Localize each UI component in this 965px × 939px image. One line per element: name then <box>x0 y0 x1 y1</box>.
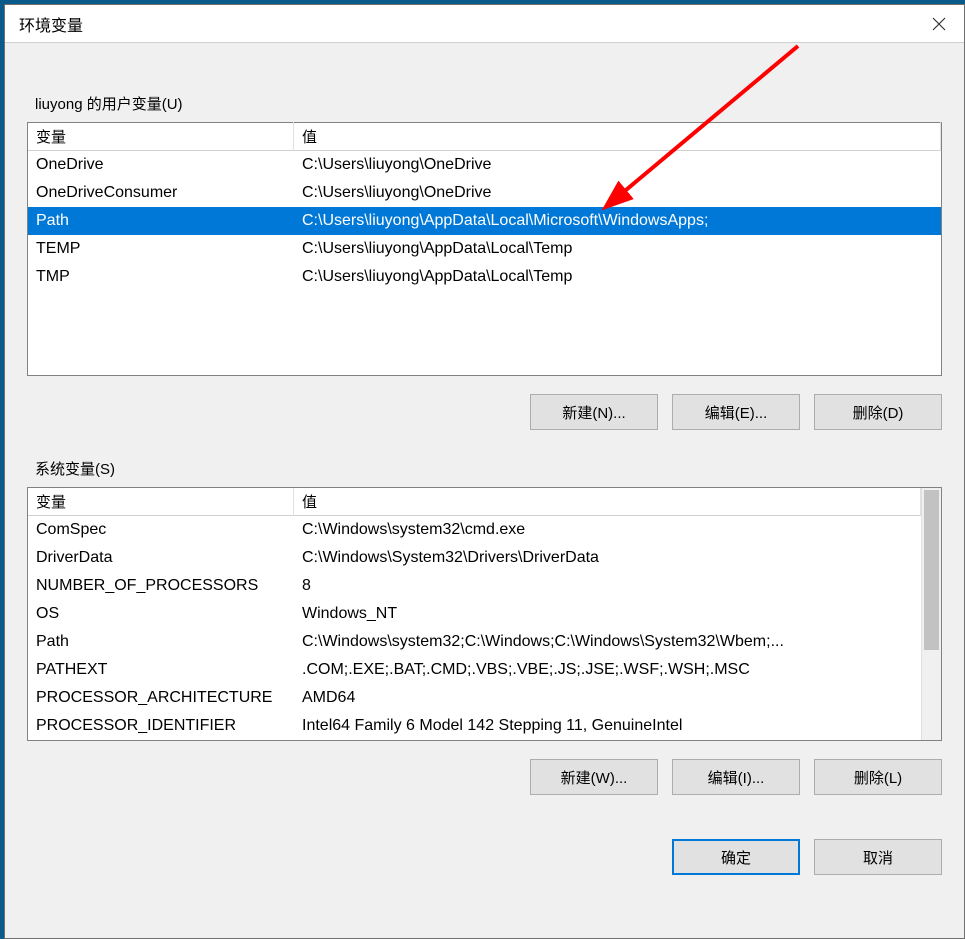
close-button[interactable] <box>914 5 964 43</box>
table-row[interactable]: PathC:\Users\liuyong\AppData\Local\Micro… <box>28 207 941 235</box>
env-vars-dialog: 环境变量 liuyong 的用户变量(U) 变量 值 OneDriveC:\Us… <box>4 4 965 939</box>
col-header-var[interactable]: 变量 <box>28 488 294 516</box>
var-name-cell: PATHEXT <box>28 661 294 679</box>
sys-scrollbar[interactable] <box>921 488 941 740</box>
sys-buttons: 新建(W)... 编辑(I)... 删除(L) <box>27 759 942 795</box>
var-name-cell: TMP <box>28 268 294 286</box>
table-row[interactable]: DriverDataC:\Windows\System32\Drivers\Dr… <box>28 544 921 572</box>
var-value-cell: C:\Users\liuyong\AppData\Local\Temp <box>294 240 941 258</box>
user-delete-button[interactable]: 删除(D) <box>814 394 942 430</box>
var-name-cell: OS <box>28 605 294 623</box>
var-value-cell: 8 <box>294 577 921 595</box>
var-name-cell: Path <box>28 633 294 651</box>
close-icon <box>932 17 946 31</box>
cancel-button[interactable]: 取消 <box>814 839 942 875</box>
sys-vars-list[interactable]: 变量 值 ComSpecC:\Windows\system32\cmd.exeD… <box>27 487 942 741</box>
col-header-val[interactable]: 值 <box>294 122 941 151</box>
var-value-cell: AMD64 <box>294 689 921 707</box>
var-name-cell: ComSpec <box>28 521 294 539</box>
var-name-cell: NUMBER_OF_PROCESSORS <box>28 577 294 595</box>
user-edit-button[interactable]: 编辑(E)... <box>672 394 800 430</box>
table-row[interactable]: TEMPC:\Users\liuyong\AppData\Local\Temp <box>28 235 941 263</box>
var-value-cell: Intel64 Family 6 Model 142 Stepping 11, … <box>294 717 921 735</box>
sys-new-button[interactable]: 新建(W)... <box>530 759 658 795</box>
var-name-cell: OneDriveConsumer <box>28 184 294 202</box>
user-vars-header[interactable]: 变量 值 <box>28 123 941 151</box>
user-vars-label: liuyong 的用户变量(U) <box>35 93 942 114</box>
dialog-footer-buttons: 确定 取消 <box>27 839 942 875</box>
scrollbar-thumb[interactable] <box>924 490 939 650</box>
table-row[interactable]: PathC:\Windows\system32;C:\Windows;C:\Wi… <box>28 628 921 656</box>
window-title: 环境变量 <box>19 12 83 36</box>
table-row[interactable]: OneDriveC:\Users\liuyong\OneDrive <box>28 151 941 179</box>
dialog-content: liuyong 的用户变量(U) 变量 值 OneDriveC:\Users\l… <box>5 43 964 897</box>
var-value-cell: C:\Users\liuyong\OneDrive <box>294 156 941 174</box>
ok-button[interactable]: 确定 <box>672 839 800 875</box>
sys-vars-header[interactable]: 变量 值 <box>28 488 921 516</box>
table-row[interactable]: ComSpecC:\Windows\system32\cmd.exe <box>28 516 921 544</box>
user-vars-list[interactable]: 变量 值 OneDriveC:\Users\liuyong\OneDriveOn… <box>27 122 942 376</box>
var-name-cell: PROCESSOR_ARCHITECTURE <box>28 689 294 707</box>
user-new-button[interactable]: 新建(N)... <box>530 394 658 430</box>
var-name-cell: DriverData <box>28 549 294 567</box>
table-row[interactable]: NUMBER_OF_PROCESSORS8 <box>28 572 921 600</box>
var-name-cell: OneDrive <box>28 156 294 174</box>
var-value-cell: C:\Users\liuyong\AppData\Local\Microsoft… <box>294 212 941 230</box>
table-row[interactable]: TMPC:\Users\liuyong\AppData\Local\Temp <box>28 263 941 291</box>
table-row[interactable]: PROCESSOR_IDENTIFIERIntel64 Family 6 Mod… <box>28 712 921 740</box>
table-row[interactable]: PROCESSOR_ARCHITECTUREAMD64 <box>28 684 921 712</box>
var-value-cell: C:\Users\liuyong\AppData\Local\Temp <box>294 268 941 286</box>
table-row[interactable]: PATHEXT.COM;.EXE;.BAT;.CMD;.VBS;.VBE;.JS… <box>28 656 921 684</box>
col-header-var[interactable]: 变量 <box>28 122 294 151</box>
var-value-cell: C:\Windows\System32\Drivers\DriverData <box>294 549 921 567</box>
var-value-cell: C:\Windows\system32;C:\Windows;C:\Window… <box>294 633 921 651</box>
var-name-cell: TEMP <box>28 240 294 258</box>
var-value-cell: Windows_NT <box>294 605 921 623</box>
sys-edit-button[interactable]: 编辑(I)... <box>672 759 800 795</box>
sys-delete-button[interactable]: 删除(L) <box>814 759 942 795</box>
user-buttons: 新建(N)... 编辑(E)... 删除(D) <box>27 394 942 430</box>
col-header-val[interactable]: 值 <box>294 488 921 516</box>
var-name-cell: Path <box>28 212 294 230</box>
var-value-cell: C:\Users\liuyong\OneDrive <box>294 184 941 202</box>
var-value-cell: .COM;.EXE;.BAT;.CMD;.VBS;.VBE;.JS;.JSE;.… <box>294 661 921 679</box>
table-row[interactable]: OSWindows_NT <box>28 600 921 628</box>
titlebar: 环境变量 <box>5 5 964 43</box>
table-row[interactable]: OneDriveConsumerC:\Users\liuyong\OneDriv… <box>28 179 941 207</box>
sys-vars-label: 系统变量(S) <box>35 458 942 479</box>
var-value-cell: C:\Windows\system32\cmd.exe <box>294 521 921 539</box>
var-name-cell: PROCESSOR_IDENTIFIER <box>28 717 294 735</box>
